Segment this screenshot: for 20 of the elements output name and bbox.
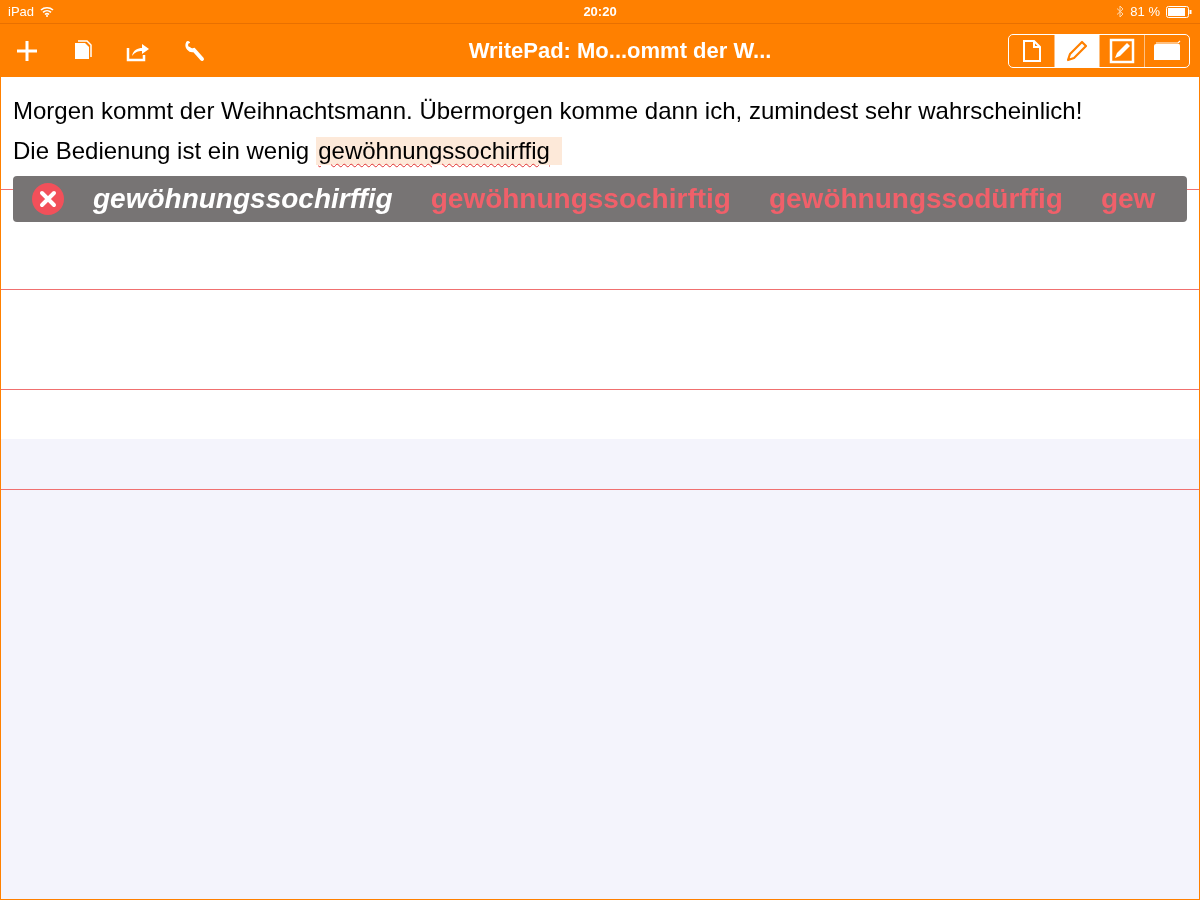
suggestion-word[interactable]: gewöhnungssodürffig [768, 183, 1063, 215]
suggestion-word[interactable]: gew [1100, 183, 1156, 215]
battery-icon [1166, 5, 1192, 18]
pencil-icon [1065, 38, 1089, 63]
original-word[interactable]: gewöhnungssochirffig [93, 183, 393, 215]
page-icon [1021, 38, 1042, 63]
clock-time: 20:20 [583, 4, 617, 19]
pen-mode-button[interactable] [1054, 34, 1099, 67]
bluetooth-icon [1116, 5, 1125, 18]
edit-icon [1109, 37, 1135, 64]
folder-icon [1152, 39, 1182, 62]
battery-percent: 81 % [1130, 4, 1160, 19]
wifi-icon [40, 6, 55, 17]
document-text-line: Morgen kommt der Weihnachtsmann. Übermorgen komme dann ich, zumindest sehr wahrscheinlich! [13, 97, 1083, 125]
window-title: WritePad: Mo...ommt der W... [467, 37, 773, 64]
misspelled-word[interactable]: gewöhnungssochirffig [316, 137, 562, 165]
document-text-line: Die Bedienung ist ein wenig [13, 137, 310, 165]
suggestion-word[interactable]: gewöhnungssochirftig [430, 183, 731, 215]
carrier-label: iPad [8, 4, 35, 19]
close-icon[interactable] [31, 182, 65, 216]
